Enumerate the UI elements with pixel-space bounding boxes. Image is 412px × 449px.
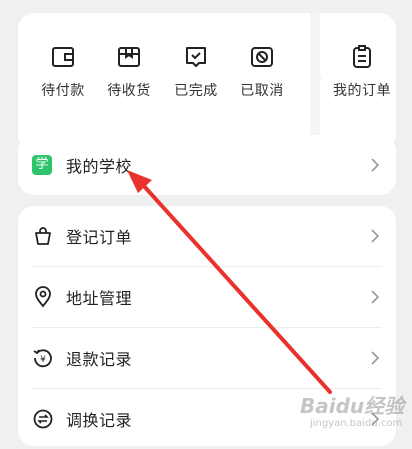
address-management-label: 地址管理 xyxy=(66,289,133,308)
chevron-right-icon xyxy=(371,290,380,304)
order-completed-label: 已完成 xyxy=(174,83,218,99)
location-pin-icon xyxy=(35,286,51,308)
register-order-row[interactable]: 登记订单 xyxy=(18,206,396,266)
order-cancelled[interactable]: 已取消 xyxy=(227,43,297,100)
completed-icon xyxy=(186,47,206,67)
my-orders-button[interactable]: 我的订单 xyxy=(322,43,396,100)
register-order-label: 登记订单 xyxy=(66,228,133,247)
cancelled-icon xyxy=(251,47,273,67)
order-pending-payment-label: 待付款 xyxy=(41,83,85,99)
order-pending-payment[interactable]: 待付款 xyxy=(28,43,98,100)
refund-records-row[interactable]: ¥ 退款记录 xyxy=(18,328,396,388)
package-icon xyxy=(118,47,140,67)
order-pending-receipt-label: 待收货 xyxy=(107,83,151,99)
my-school-row[interactable]: 学 我的学校 xyxy=(18,135,396,195)
my-orders-label: 我的订单 xyxy=(333,83,391,99)
exchange-records-label: 调换记录 xyxy=(66,411,133,430)
chevron-right-icon xyxy=(371,158,380,172)
svg-text:¥: ¥ xyxy=(40,355,46,365)
chevron-right-icon xyxy=(371,351,380,365)
school-badge-icon: 学 xyxy=(32,155,52,175)
bag-icon xyxy=(35,227,51,245)
wallet-icon xyxy=(52,47,74,67)
address-management-row[interactable]: 地址管理 xyxy=(18,267,396,327)
chevron-right-icon xyxy=(371,229,380,243)
order-list-icon xyxy=(353,45,371,68)
refund-icon: ¥ xyxy=(33,349,52,368)
orders-card: 待付款 待收货 已完成 已取消 我的订单 xyxy=(18,13,396,151)
chevron-right-icon xyxy=(371,412,380,426)
exchange-records-row[interactable]: 调换记录 xyxy=(18,389,396,449)
my-school-label: 我的学校 xyxy=(66,157,133,176)
exchange-icon xyxy=(33,409,53,429)
menu-card: 登记订单 地址管理 ¥ 退款记录 调换记录 xyxy=(18,206,396,446)
order-completed[interactable]: 已完成 xyxy=(161,43,231,100)
refund-records-label: 退款记录 xyxy=(66,350,133,369)
order-pending-receipt[interactable]: 待收货 xyxy=(94,43,164,100)
orders-divider-notch xyxy=(315,71,322,85)
order-cancelled-label: 已取消 xyxy=(240,83,284,99)
